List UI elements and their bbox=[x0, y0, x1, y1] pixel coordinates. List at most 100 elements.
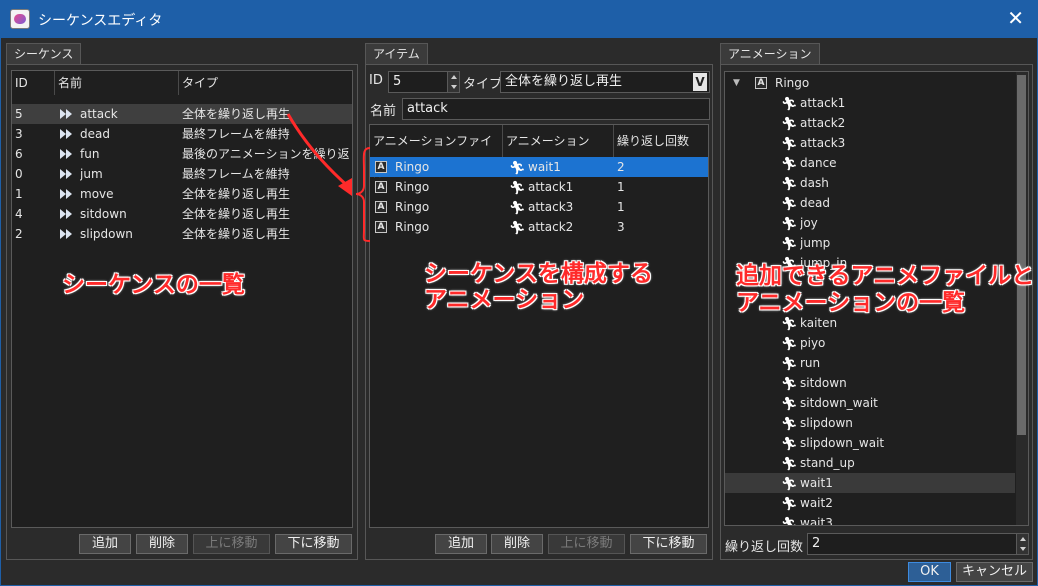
running-figure-icon: 🏃︎ bbox=[781, 517, 798, 526]
header-type[interactable]: タイプ bbox=[179, 71, 352, 95]
tree-item[interactable]: 🏃︎ attack3 bbox=[725, 133, 1015, 153]
table-row[interactable]: A Ringo 🏃︎ attack2 3 bbox=[370, 217, 708, 237]
animation-file-icon: A bbox=[375, 221, 387, 233]
move-down-item-button[interactable]: 下に移動 bbox=[630, 534, 707, 554]
delete-sequence-button[interactable]: 削除 bbox=[136, 534, 188, 554]
collapse-triangle-icon[interactable]: ▼ bbox=[733, 73, 740, 93]
table-row[interactable]: 0 jum 最終フレームを維持 bbox=[12, 164, 352, 184]
tab-sequence[interactable]: シーケンス bbox=[6, 43, 82, 65]
running-figure-icon: 🏃︎ bbox=[781, 217, 798, 232]
tree-item-label: sitdown bbox=[800, 376, 847, 390]
header-id[interactable]: ID bbox=[12, 71, 55, 95]
table-row[interactable]: 5 attack 全体を繰り返し再生 bbox=[12, 104, 352, 124]
spin-arrows-icon[interactable] bbox=[1016, 534, 1028, 554]
running-figure-icon: 🏃︎ bbox=[781, 137, 798, 152]
header-anim-file[interactable]: アニメーションファイル bbox=[370, 125, 503, 180]
tree-item-label: slipdown_wait bbox=[800, 436, 885, 450]
running-figure-icon: 🏃︎ bbox=[781, 197, 798, 212]
tree-scrollbar[interactable] bbox=[1016, 72, 1028, 525]
tree-item-label: stand_up bbox=[800, 456, 855, 470]
annotation-addable-2: アニメーションの一覧 bbox=[736, 290, 966, 316]
running-figure-icon: 🏃︎ bbox=[509, 181, 526, 196]
item-animation-list[interactable]: アニメーションファイル アニメーション 繰り返し回数 A Ringo 🏃︎ wa… bbox=[369, 124, 709, 528]
tree-item[interactable]: 🏃︎ joy bbox=[725, 213, 1015, 233]
tree-item[interactable]: 🏃︎ kaiten bbox=[725, 313, 1015, 333]
type-dropdown[interactable]: 全体を繰り返し再生 V bbox=[500, 71, 710, 93]
move-up-item-button[interactable]: 上に移動 bbox=[548, 534, 625, 554]
tree-root-ringo[interactable]: ▼ A Ringo bbox=[725, 73, 1015, 93]
running-figure-icon: 🏃︎ bbox=[781, 397, 798, 412]
tree-item[interactable]: 🏃︎ slipdown_wait bbox=[725, 433, 1015, 453]
tree-item[interactable]: 🏃︎ dash bbox=[725, 173, 1015, 193]
spin-arrows-icon[interactable] bbox=[447, 72, 459, 92]
table-row[interactable]: A Ringo 🏃︎ wait1 2 bbox=[370, 157, 708, 177]
tree-item-label: sitdown_wait bbox=[800, 396, 878, 410]
tree-item[interactable]: 🏃︎ wait1 bbox=[725, 473, 1015, 493]
annotation-sequence-list: シーケンスの一覧 bbox=[62, 272, 245, 298]
tree-item[interactable]: 🏃︎ piyo bbox=[725, 333, 1015, 353]
tree-item-label: dash bbox=[800, 176, 829, 190]
header-animation[interactable]: アニメーション bbox=[503, 125, 614, 157]
tree-item[interactable]: 🏃︎ slipdown bbox=[725, 413, 1015, 433]
tree-item-label: jump bbox=[800, 236, 831, 250]
tree-item[interactable]: 🏃︎ dead bbox=[725, 193, 1015, 213]
cancel-button[interactable]: キャンセル bbox=[956, 562, 1033, 582]
tree-item[interactable]: 🏃︎ dance bbox=[725, 153, 1015, 173]
tree-item-label: attack3 bbox=[800, 136, 846, 150]
running-figure-icon: 🏃︎ bbox=[509, 221, 526, 236]
tree-item[interactable]: 🏃︎ sitdown_wait bbox=[725, 393, 1015, 413]
repeat-count-spinbox[interactable]: 2 bbox=[807, 533, 1029, 555]
tree-item[interactable]: 🏃︎ attack2 bbox=[725, 113, 1015, 133]
scroll-thumb[interactable] bbox=[1017, 75, 1026, 435]
name-label: 名前 bbox=[370, 104, 397, 119]
delete-item-button[interactable]: 削除 bbox=[491, 534, 543, 554]
tree-item[interactable]: 🏃︎ stand_up bbox=[725, 453, 1015, 473]
play-icon bbox=[60, 109, 74, 119]
tree-item-label: wait1 bbox=[800, 476, 833, 490]
animation-file-icon: A bbox=[375, 161, 387, 173]
annotation-seq-anims-1: シーケンスを構成する bbox=[424, 261, 653, 287]
table-row[interactable]: 1 move 全体を繰り返し再生 bbox=[12, 184, 352, 204]
tree-item[interactable]: 🏃︎ wait3 bbox=[725, 513, 1015, 526]
tree-item-label: wait2 bbox=[800, 496, 833, 510]
add-sequence-button[interactable]: 追加 bbox=[79, 534, 131, 554]
play-icon bbox=[60, 149, 74, 159]
add-item-button[interactable]: 追加 bbox=[435, 534, 487, 554]
title-bar: シーケンスエディタ ✕ bbox=[0, 0, 1038, 38]
move-down-sequence-button[interactable]: 下に移動 bbox=[275, 534, 352, 554]
running-figure-icon: 🏃︎ bbox=[781, 377, 798, 392]
name-field[interactable]: attack bbox=[402, 98, 710, 120]
header-name[interactable]: 名前 bbox=[55, 71, 179, 95]
tree-item[interactable]: 🏃︎ jump bbox=[725, 233, 1015, 253]
running-figure-icon: 🏃︎ bbox=[781, 157, 798, 172]
ok-button[interactable]: OK bbox=[908, 562, 951, 582]
table-row[interactable]: 4 sitdown 全体を繰り返し再生 bbox=[12, 204, 352, 224]
tree-item-label: slipdown bbox=[800, 416, 853, 430]
tree-item[interactable]: 🏃︎ attack1 bbox=[725, 93, 1015, 113]
animation-file-icon: A bbox=[375, 201, 387, 213]
table-row[interactable]: 6 fun 最後のアニメーションを繰り返し再生 bbox=[12, 144, 352, 164]
close-icon[interactable]: ✕ bbox=[1007, 6, 1024, 30]
id-spinbox[interactable]: 5 bbox=[388, 71, 460, 93]
chevron-down-icon[interactable]: V bbox=[693, 73, 707, 91]
tree-item[interactable]: 🏃︎ run bbox=[725, 353, 1015, 373]
table-row[interactable]: A Ringo 🏃︎ attack3 1 bbox=[370, 197, 708, 217]
tree-item-label: run bbox=[800, 356, 821, 370]
animation-file-icon: A bbox=[755, 77, 767, 89]
running-figure-icon: 🏃︎ bbox=[781, 97, 798, 112]
tab-item[interactable]: アイテム bbox=[365, 43, 428, 65]
table-row[interactable]: 2 slipdown 全体を繰り返し再生 bbox=[12, 224, 352, 244]
table-row[interactable]: 3 dead 最終フレームを維持 bbox=[12, 124, 352, 144]
tree-item[interactable]: 🏃︎ wait2 bbox=[725, 493, 1015, 513]
tree-item[interactable]: 🏃︎ sitdown bbox=[725, 373, 1015, 393]
tree-item-label: dance bbox=[800, 156, 837, 170]
running-figure-icon: 🏃︎ bbox=[781, 177, 798, 192]
tree-item-label: kaiten bbox=[800, 316, 838, 330]
sequence-list[interactable]: ID 名前 タイプ 5 attack 全体を繰り返し再生 3 dead 最終フレ… bbox=[11, 70, 353, 528]
running-figure-icon: 🏃︎ bbox=[781, 497, 798, 512]
play-icon bbox=[60, 129, 74, 139]
table-row[interactable]: A Ringo 🏃︎ attack1 1 bbox=[370, 177, 708, 197]
tab-animation[interactable]: アニメーション bbox=[720, 43, 820, 65]
move-up-sequence-button[interactable]: 上に移動 bbox=[193, 534, 270, 554]
header-repeat-count[interactable]: 繰り返し回数 bbox=[614, 125, 708, 157]
